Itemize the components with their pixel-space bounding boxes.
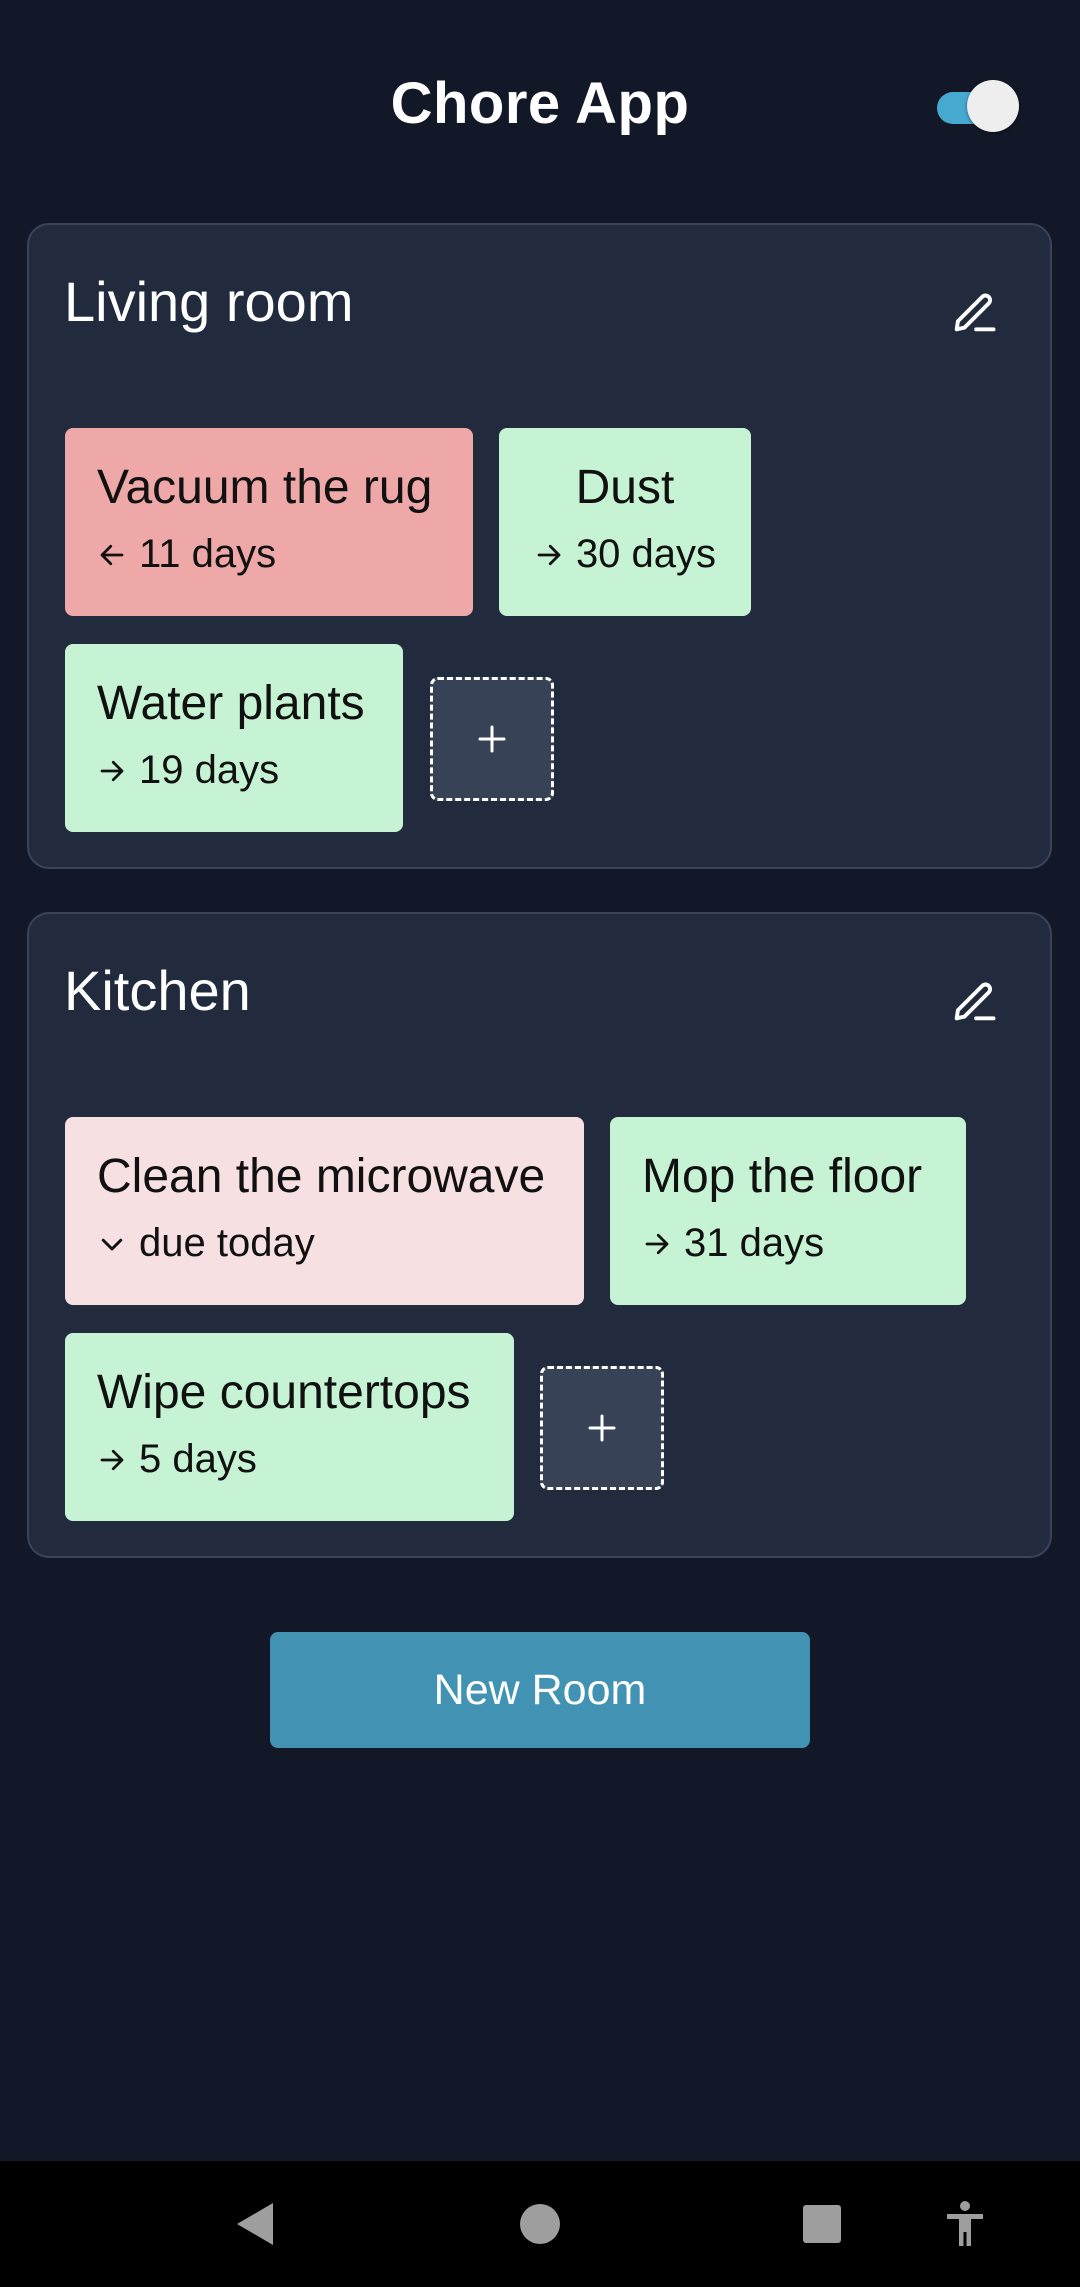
chore-name: Wipe countertops [97,1366,471,1419]
arrow-left-icon [100,544,124,565]
app-header: Chore App [0,0,1080,215]
chore-due: 31 days [642,1221,934,1266]
chevron-down-icon [101,1238,123,1250]
chore-card[interactable]: Dust 30 days [499,428,751,616]
chore-due-text: 19 days [139,748,280,792]
chore-due-text: 5 days [139,1437,257,1481]
edit-room-button[interactable] [939,966,1009,1036]
room-title: Living room [64,270,354,333]
arrow-right-icon [645,1233,669,1254]
nav-accessibility-button[interactable] [930,2161,1000,2287]
nav-home-button[interactable] [505,2161,575,2287]
system-nav-bar [0,2161,1080,2287]
room-card-living-room: Living room Vacuum the rug 11 days Dust … [27,223,1052,869]
plus-icon [588,1414,616,1442]
back-icon [237,2203,273,2245]
chore-due: due today [97,1221,552,1266]
chore-name: Clean the microwave [97,1150,546,1203]
add-chore-button[interactable] [430,677,554,801]
chore-card[interactable]: Mop the floor 31 days [610,1117,966,1305]
chore-card[interactable]: Clean the microwave due today [65,1117,584,1305]
toggle-thumb [967,80,1019,132]
chore-due-text: 30 days [575,532,717,576]
home-icon [520,2204,560,2244]
arrow-right-icon [100,1449,124,1470]
chore-name: Mop the floor [642,1150,923,1203]
dark-mode-toggle[interactable] [935,80,1019,132]
recents-icon [803,2205,841,2243]
nav-back-button[interactable] [220,2161,290,2287]
room-card-kitchen: Kitchen Clean the microwave due today Mo… [27,912,1052,1558]
app-title: Chore App [390,71,690,136]
room-title: Kitchen [64,959,251,1022]
accessibility-icon [947,2201,983,2246]
chore-due-text: 11 days [139,532,277,576]
add-chore-button[interactable] [540,1366,664,1490]
chore-card[interactable]: Water plants 19 days [65,644,403,832]
chore-due: 5 days [97,1437,482,1482]
pencil-icon [954,982,996,1021]
arrow-right-icon [537,544,561,565]
chore-due: 11 days [97,532,441,577]
chore-card[interactable]: Wipe countertops 5 days [65,1333,514,1521]
chore-due: 30 days [531,532,719,577]
new-room-button[interactable]: New Room [270,1632,810,1748]
chore-card[interactable]: Vacuum the rug 11 days [65,428,473,616]
chore-name: Water plants [97,677,365,730]
chore-name: Dust [575,461,675,514]
arrow-right-icon [100,760,124,781]
chore-due-text: 31 days [684,1221,825,1265]
chore-name: Vacuum the rug [97,461,433,514]
plus-icon [478,725,506,753]
edit-room-button[interactable] [939,277,1009,347]
pencil-icon [954,293,996,332]
nav-recents-button[interactable] [787,2161,857,2287]
chore-due-text: due today [139,1221,315,1265]
chore-due: 19 days [97,748,371,793]
